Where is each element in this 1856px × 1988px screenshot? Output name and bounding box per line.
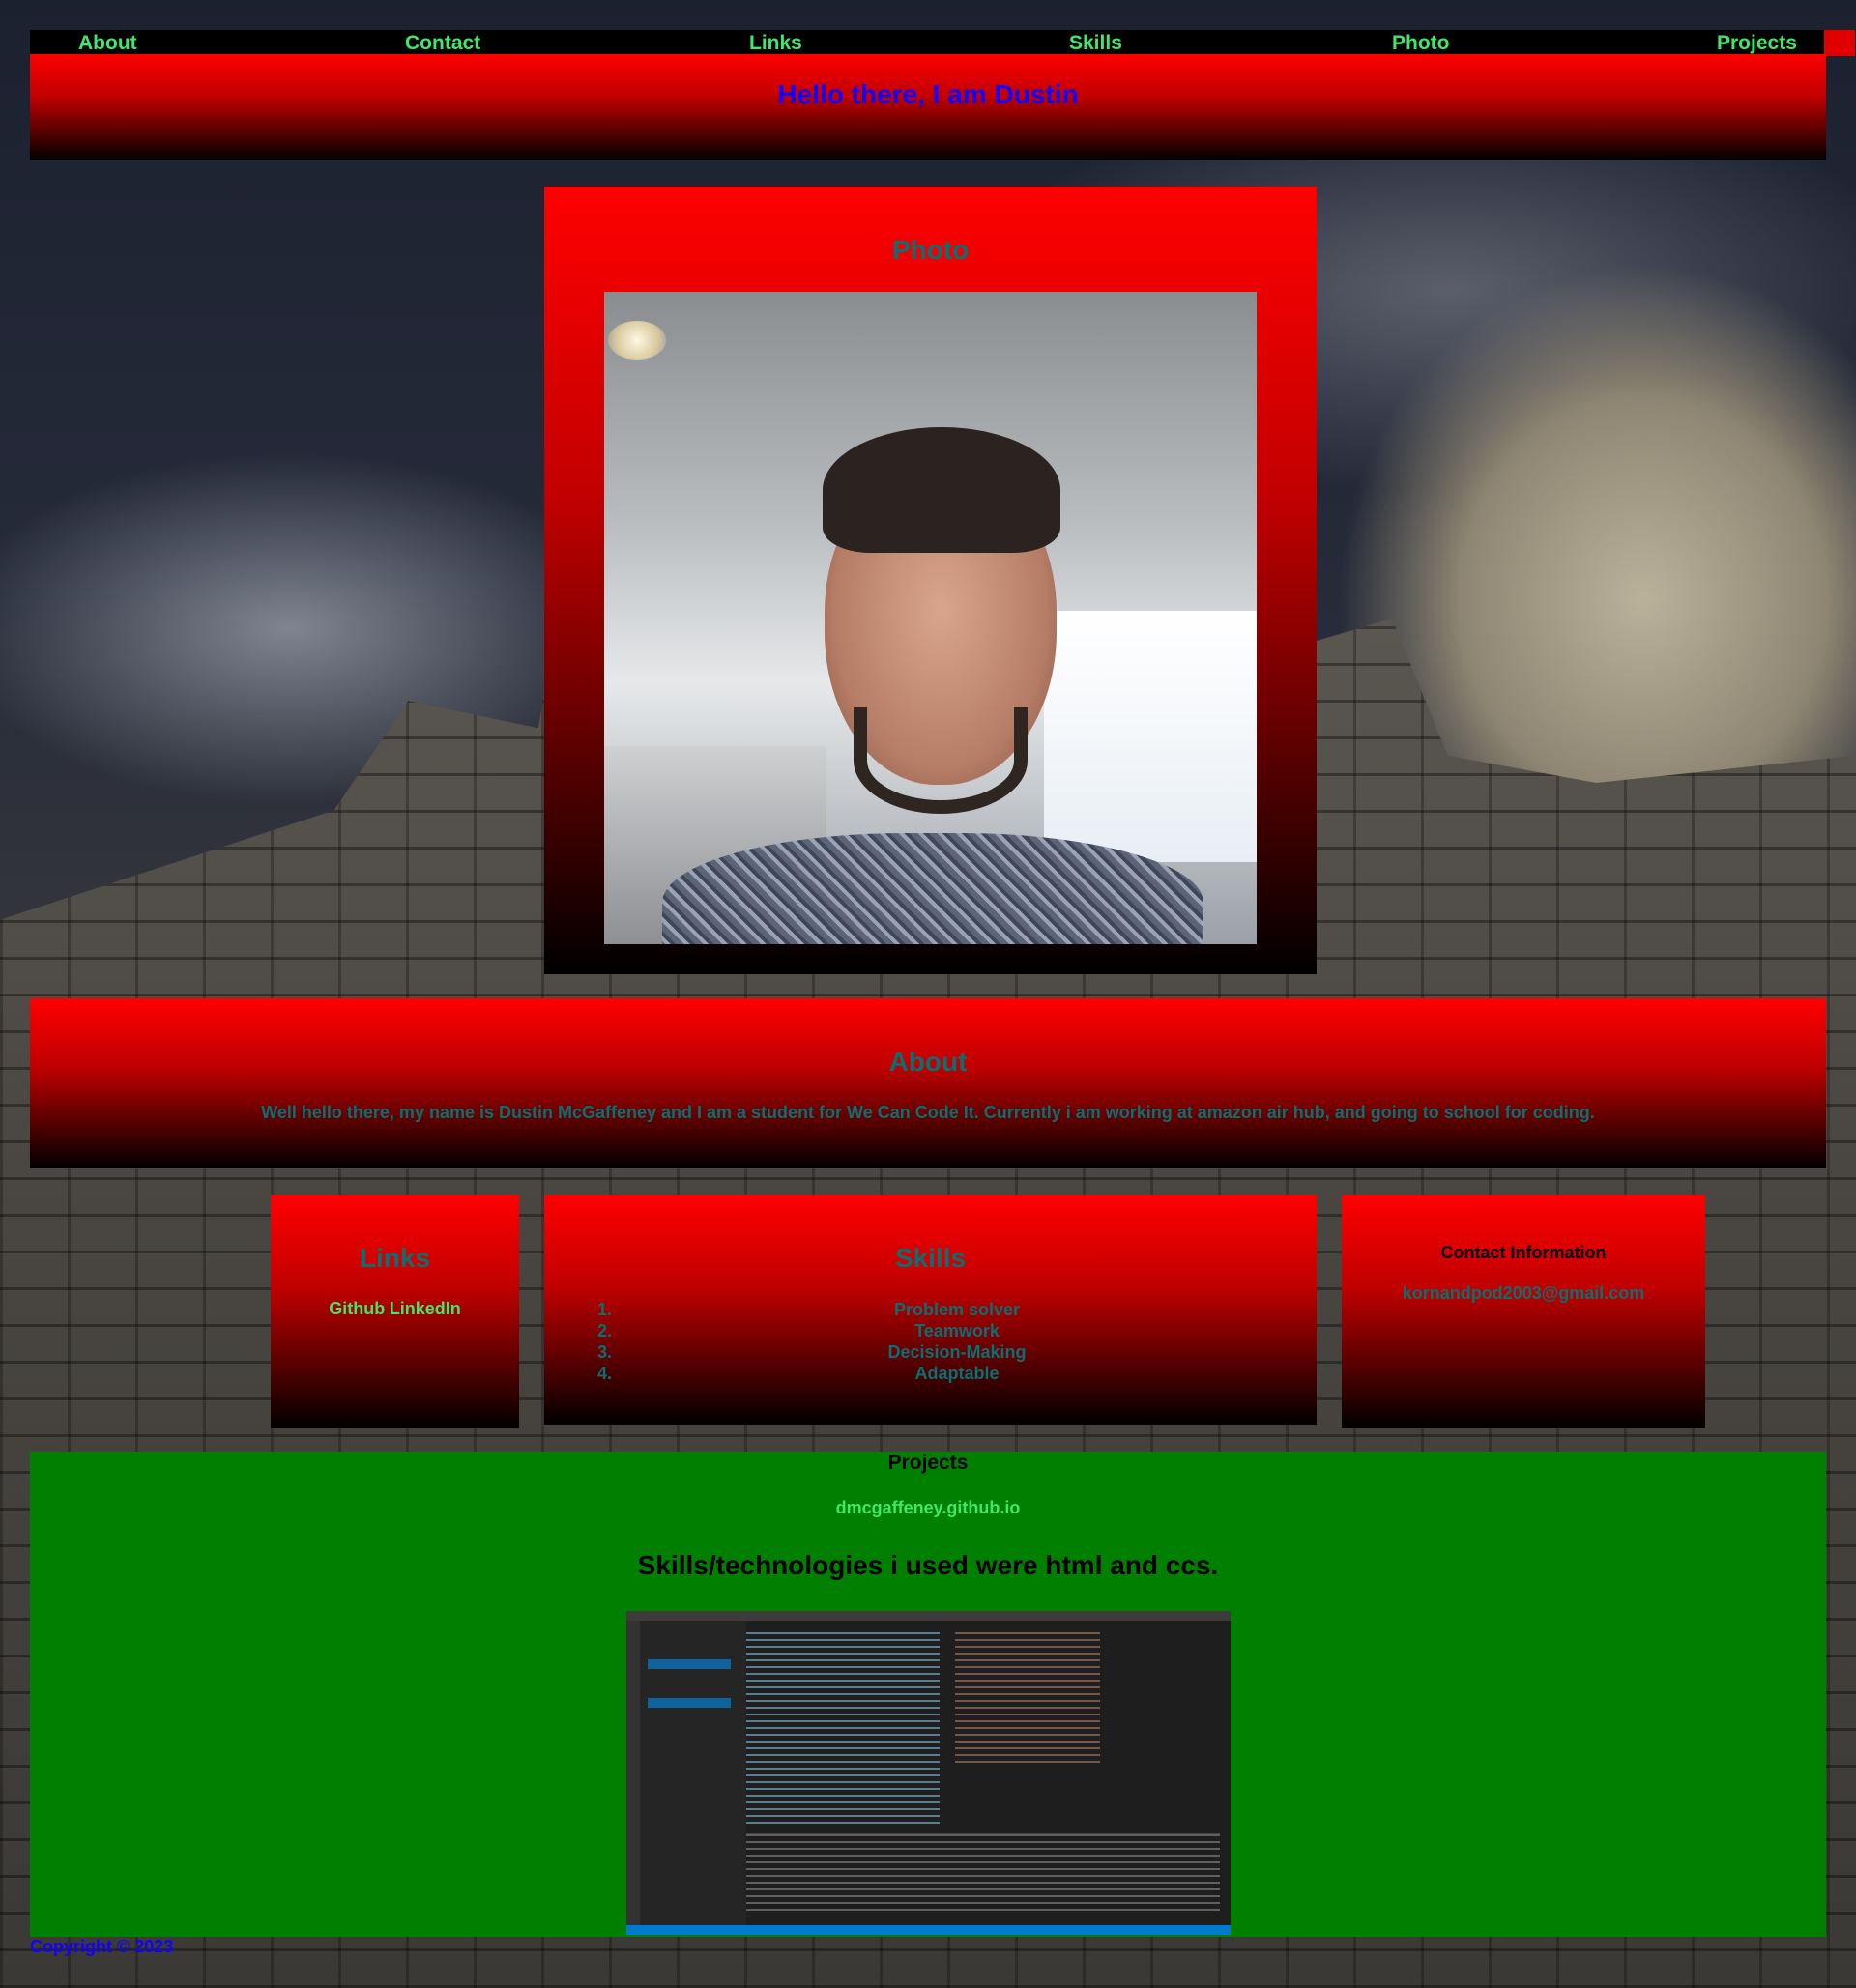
editor-terminal [746, 1833, 1220, 1912]
editor-sidebar-button [648, 1659, 731, 1669]
copyright-text: Copyright © 2023 [30, 1937, 174, 1956]
links-section: Links Github LinkedIn [271, 1195, 519, 1428]
links-row: Github LinkedIn [271, 1299, 519, 1319]
project-screenshot [626, 1611, 1231, 1935]
nav-edge-block [1824, 30, 1855, 56]
skill-number: 1. [597, 1300, 613, 1319]
skill-label: Adaptable [914, 1364, 1000, 1383]
project-link-row: dmcgaffeney.github.io [30, 1498, 1826, 1518]
nav-link-projects[interactable]: Projects [1717, 30, 1797, 56]
skill-item: 4. Adaptable [597, 1363, 1317, 1384]
contact-heading: Contact Information [1440, 1243, 1607, 1262]
editor-sidebar-button [648, 1698, 731, 1708]
profile-photo [604, 292, 1257, 944]
photo-section: Photo [544, 187, 1317, 974]
skill-number: 3. [597, 1342, 613, 1362]
skill-label: Teamwork [914, 1321, 1000, 1340]
projects-section: Projects dmcgaffeney.github.io Skills/te… [30, 1452, 1826, 1937]
nav-link-photo[interactable]: Photo [1392, 30, 1449, 56]
skill-label: Problem solver [893, 1300, 1021, 1319]
photo-beard [854, 707, 1028, 814]
skills-list: 1. Problem solver 2. Teamwork 3. Decision-M… [597, 1299, 1317, 1384]
editor-code-pane [746, 1632, 940, 1826]
editor-titlebar [626, 1611, 1231, 1621]
editor-status-bar [626, 1925, 1231, 1935]
photo-heading: Photo [891, 235, 970, 265]
site-header: Hello there, I am Dustin [30, 54, 1826, 160]
skills-section: Skills 1. Problem solver 2. Teamwork 3. Dec… [544, 1195, 1317, 1425]
skill-label: Decision-Making [887, 1342, 1027, 1362]
nav-link-about[interactable]: About [78, 30, 137, 56]
contact-section: Contact Information kornandpod2003@gmail… [1342, 1195, 1705, 1428]
photo-car-lamp [608, 321, 666, 360]
about-heading: About [888, 1047, 968, 1077]
photo-hair [823, 427, 1060, 553]
photo-car-window [1044, 611, 1257, 862]
nav-link-skills[interactable]: Skills [1069, 30, 1122, 56]
nav-link-links[interactable]: Links [749, 30, 802, 56]
top-nav: About Contact Links Skills Photo Project… [30, 30, 1855, 56]
editor-sidebar [640, 1621, 746, 1925]
linkedin-link[interactable]: LinkedIn [390, 1299, 461, 1318]
projects-heading: Projects [887, 1452, 969, 1474]
project-link[interactable]: dmcgaffeney.github.io [836, 1498, 1021, 1517]
github-link[interactable]: Github [329, 1299, 385, 1318]
skill-item: 2. Teamwork [597, 1320, 1317, 1341]
about-section: About Well hello there, my name is Dusti… [30, 998, 1826, 1168]
contact-email: kornandpod2003@gmail.com [1402, 1283, 1645, 1303]
skill-number: 2. [597, 1321, 613, 1340]
editor-css-pane [955, 1632, 1100, 1768]
links-heading: Links [359, 1243, 431, 1273]
editor-activity-bar [626, 1621, 640, 1925]
nav-link-contact[interactable]: Contact [405, 30, 480, 56]
skills-heading: Skills [894, 1243, 967, 1273]
about-text: Well hello there, my name is Dustin McGa… [261, 1103, 1595, 1122]
skill-number: 4. [597, 1364, 613, 1383]
skill-item: 3. Decision-Making [597, 1341, 1317, 1363]
header-title: Hello there, I am Dustin [777, 79, 1079, 109]
skill-item: 1. Problem solver [597, 1299, 1317, 1320]
projects-stack-text: Skills/technologies i used were html and… [637, 1550, 1219, 1580]
